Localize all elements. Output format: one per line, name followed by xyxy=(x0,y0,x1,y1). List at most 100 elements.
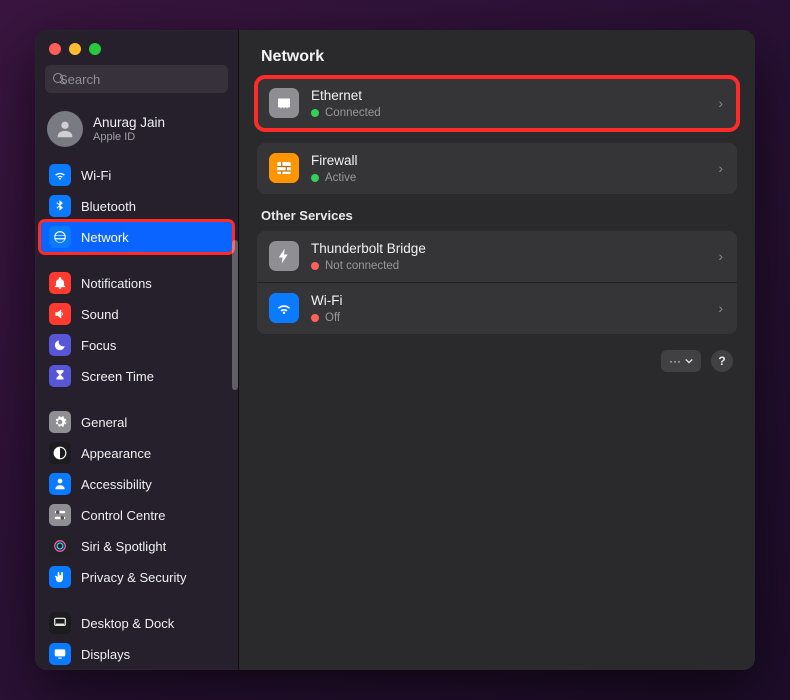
bolt-icon xyxy=(269,241,299,271)
person-icon xyxy=(49,473,71,495)
chevron-right-icon: › xyxy=(718,248,725,264)
moon-icon xyxy=(49,334,71,356)
service-title: Firewall xyxy=(311,153,706,170)
status-dot-icon xyxy=(311,314,319,322)
status-dot-icon xyxy=(311,109,319,117)
service-status: Not connected xyxy=(311,260,706,272)
service-row-body: Wi-Fi Off xyxy=(311,293,706,324)
sidebar-item-label: Bluetooth xyxy=(81,199,136,214)
contrast-icon xyxy=(49,442,71,464)
service-row-wi-fi[interactable]: Wi-FiOff› xyxy=(257,282,737,334)
sidebar-item-label: Siri & Spotlight xyxy=(81,539,166,554)
bell-icon xyxy=(49,272,71,294)
network-service-group-ethernet: Ethernet Connected › xyxy=(257,78,737,129)
search-input[interactable] xyxy=(59,72,235,87)
sidebar-item-label: Screen Time xyxy=(81,369,154,384)
main-body: Ethernet Connected › Firewall Active › Other… xyxy=(239,78,755,374)
sidebar-item-desktop-dock[interactable]: Desktop & Dock xyxy=(41,608,232,638)
sidebar-scrollbar[interactable] xyxy=(232,240,238,390)
sidebar-item-accessibility[interactable]: Accessibility xyxy=(41,469,232,499)
other-services-label: Other Services xyxy=(261,208,733,223)
status-dot-icon xyxy=(311,174,319,182)
sidebar-item-label: Sound xyxy=(81,307,119,322)
hand-icon xyxy=(49,566,71,588)
account-name: Anurag Jain xyxy=(93,115,165,131)
footer-actions: ··· ? xyxy=(257,348,737,374)
more-menu-button[interactable]: ··· xyxy=(661,350,701,372)
hourglass-icon xyxy=(49,365,71,387)
sidebar-item-notifications[interactable]: Notifications xyxy=(41,268,232,298)
sidebar-item-focus[interactable]: Focus xyxy=(41,330,232,360)
sidebar-item-label: Desktop & Dock xyxy=(81,616,174,631)
service-status-text: Active xyxy=(325,172,356,184)
ethernet-icon xyxy=(269,88,299,118)
service-row-ethernet[interactable]: Ethernet Connected › xyxy=(257,78,737,129)
sidebar-item-label: Focus xyxy=(81,338,116,353)
page-title: Network xyxy=(261,48,733,66)
sidebar-item-appearance[interactable]: Appearance xyxy=(41,438,232,468)
sidebar-item-sound[interactable]: Sound xyxy=(41,299,232,329)
wifi-icon xyxy=(49,164,71,186)
service-status: Active xyxy=(311,172,706,184)
sidebar-item-label: Accessibility xyxy=(81,477,152,492)
service-row-thunderbolt-bridge[interactable]: Thunderbolt Bridge Not connected › xyxy=(257,231,737,282)
account-sub: Apple ID xyxy=(93,131,165,143)
settings-window: Anurag Jain Apple ID Wi-Fi Bluetooth Netwo… xyxy=(35,30,755,670)
main-panel: Network Ethernet Connected › Firewall Activ… xyxy=(239,30,755,670)
gear-icon xyxy=(49,411,71,433)
sidebar-item-wi-fi[interactable]: Wi-Fi xyxy=(41,160,232,190)
sidebar-nav: Wi-Fi Bluetooth Network Notifications Sound F… xyxy=(35,159,238,670)
other-services-group: Thunderbolt Bridge Not connected › Wi-Fi Off… xyxy=(257,231,737,334)
sidebar-item-label: General xyxy=(81,415,127,430)
service-status: Off xyxy=(311,312,706,324)
window-controls xyxy=(35,30,238,65)
sidebar-item-label: Appearance xyxy=(81,446,151,461)
service-row-body: Ethernet Connected xyxy=(311,88,706,119)
sidebar-item-siri-spotlight[interactable]: Siri & Spotlight xyxy=(41,531,232,561)
siri-icon xyxy=(49,535,71,557)
avatar xyxy=(47,111,83,147)
dock-icon xyxy=(49,612,71,634)
wifi-icon xyxy=(269,293,299,323)
service-row-body: Firewall Active xyxy=(311,153,706,184)
sidebar-item-privacy-security[interactable]: Privacy & Security xyxy=(41,562,232,592)
close-window-button[interactable] xyxy=(49,43,61,55)
service-title: Ethernet xyxy=(311,88,706,105)
sidebar-item-label: Displays xyxy=(81,647,130,662)
sidebar-item-label: Privacy & Security xyxy=(81,570,186,585)
status-dot-icon xyxy=(311,262,319,270)
service-title: Wi-Fi xyxy=(311,293,706,310)
help-button[interactable]: ? xyxy=(711,350,733,372)
sidebar-item-bluetooth[interactable]: Bluetooth xyxy=(41,191,232,221)
sidebar-item-displays[interactable]: Displays xyxy=(41,639,232,669)
service-status-text: Off xyxy=(325,312,340,324)
main-header: Network xyxy=(239,30,755,78)
sidebar-item-label: Network xyxy=(81,230,129,245)
sidebar-item-general[interactable]: General xyxy=(41,407,232,437)
sidebar-item-label: Control Centre xyxy=(81,508,166,523)
service-status-text: Not connected xyxy=(325,260,399,272)
apple-id-row[interactable]: Anurag Jain Apple ID xyxy=(35,101,238,159)
sidebar-item-screen-time[interactable]: Screen Time xyxy=(41,361,232,391)
speaker-icon xyxy=(49,303,71,325)
zoom-window-button[interactable] xyxy=(89,43,101,55)
chevron-right-icon: › xyxy=(718,95,725,111)
display-icon xyxy=(49,643,71,665)
service-status: Connected xyxy=(311,107,706,119)
ellipsis-icon: ··· xyxy=(669,354,681,368)
service-row-firewall[interactable]: Firewall Active › xyxy=(257,143,737,194)
sidebar-item-label: Wi-Fi xyxy=(81,168,111,183)
chevron-right-icon: › xyxy=(718,160,725,176)
sidebar-item-network[interactable]: Network xyxy=(41,222,232,252)
search-field[interactable] xyxy=(45,65,228,93)
minimize-window-button[interactable] xyxy=(69,43,81,55)
chevron-down-icon xyxy=(685,357,693,365)
service-status-text: Connected xyxy=(325,107,381,119)
network-service-group-firewall: Firewall Active › xyxy=(257,143,737,194)
sidebar-item-control-centre[interactable]: Control Centre xyxy=(41,500,232,530)
firewall-icon xyxy=(269,153,299,183)
service-row-body: Thunderbolt Bridge Not connected xyxy=(311,241,706,272)
sidebar-item-label: Notifications xyxy=(81,276,152,291)
switches-icon xyxy=(49,504,71,526)
service-title: Thunderbolt Bridge xyxy=(311,241,706,258)
